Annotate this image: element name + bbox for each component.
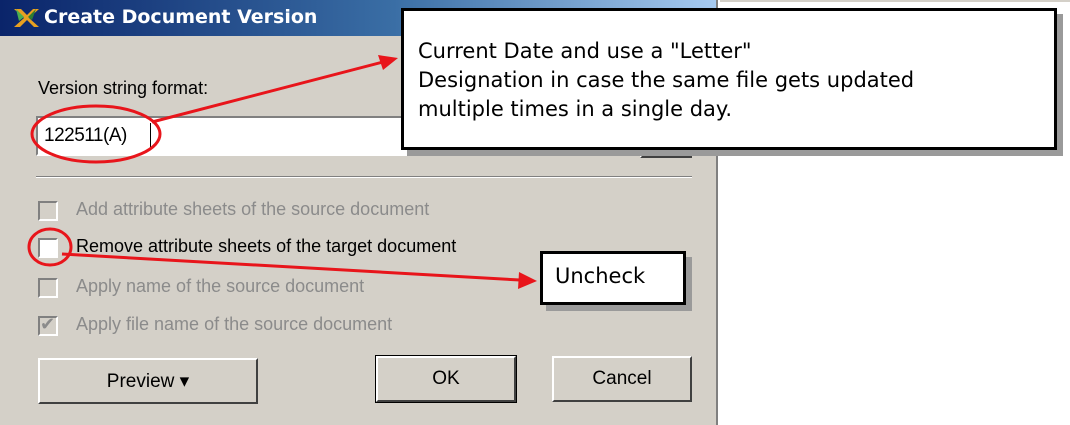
text-caret — [150, 123, 151, 149]
apply-name-label: Apply name of the source document — [76, 276, 365, 296]
callout-uncheck-text: Uncheck — [555, 264, 646, 288]
background-window-edge — [720, 0, 1070, 2]
remove-attribute-sheets-label: Remove attribute sheets of the target do… — [76, 236, 457, 256]
apply-file-name-checkbox[interactable]: ✔ — [38, 314, 58, 336]
preview-button[interactable]: Preview ▾ — [38, 358, 258, 404]
version-string-value: 122511(A) — [44, 125, 127, 146]
checkmark-icon: ✔ — [40, 314, 56, 334]
app-logo-icon — [14, 9, 39, 27]
annotation-callout-uncheck: Uncheck — [540, 251, 686, 305]
separator-line — [36, 176, 692, 178]
cancel-button[interactable]: Cancel — [552, 356, 692, 402]
dialog-title: Create Document Version — [44, 6, 318, 28]
apply-file-name-label: Apply file name of the source document — [76, 314, 393, 334]
ok-button[interactable]: OK — [375, 355, 517, 403]
remove-attribute-sheets-checkbox[interactable] — [38, 238, 58, 258]
add-attribute-sheets-label: Add attribute sheets of the source docum… — [76, 199, 430, 219]
callout-line: multiple times in a single day. — [418, 97, 733, 121]
callout-line: Designation in case the same file gets u… — [418, 68, 915, 92]
annotation-callout-date-format: Current Date and use a "Letter" Designat… — [401, 8, 1057, 150]
version-string-label: Version string format: — [38, 78, 209, 98]
callout-line: Current Date and use a "Letter" — [418, 39, 752, 63]
add-attribute-sheets-checkbox[interactable] — [38, 201, 58, 221]
apply-name-checkbox[interactable] — [38, 278, 58, 298]
